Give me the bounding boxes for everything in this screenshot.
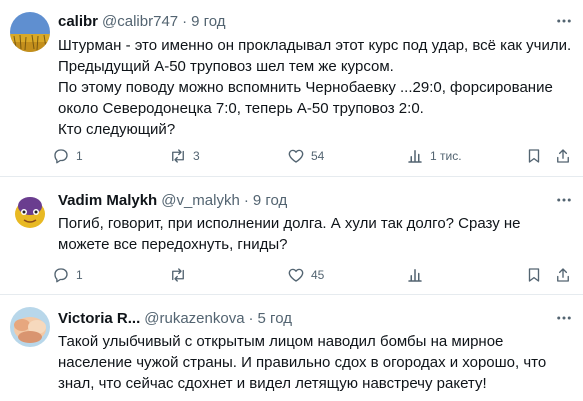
separator-dot: · (182, 12, 188, 30)
reply-icon (52, 266, 70, 284)
post-text-line: Такой улыбчивый с открытым лицом наводил… (58, 333, 504, 350)
like-icon (287, 147, 305, 165)
like-count: 45 (311, 268, 325, 282)
like-icon (287, 266, 305, 284)
repost-button[interactable] (169, 264, 193, 286)
reply-count: 1 (76, 268, 83, 282)
separator-dot: · (243, 191, 249, 209)
avatar[interactable] (10, 307, 50, 347)
post-text: Погиб, говорит, при исполнении долга. А … (58, 213, 578, 255)
repost-icon (169, 147, 187, 165)
post-time[interactable]: 9 год (191, 13, 225, 30)
repost-count: 3 (193, 149, 200, 163)
bookmark-icon[interactable] (525, 264, 543, 286)
reply-icon (52, 147, 70, 165)
views-button[interactable]: 1 тис. (406, 145, 462, 167)
post-text-line: Кто следующий? (58, 121, 176, 138)
share-icon[interactable] (554, 264, 572, 286)
post[interactable]: Vadim Malykh @v_malykh · 9 год Погиб, го… (0, 176, 583, 294)
post-time[interactable]: 9 год (253, 192, 287, 209)
separator-dot: · (248, 309, 254, 327)
bookmark-icon[interactable] (525, 145, 543, 167)
more-icon[interactable] (551, 308, 577, 328)
like-count: 54 (311, 149, 325, 163)
reply-count: 1 (76, 149, 83, 163)
views-count: 1 тис. (430, 149, 462, 163)
post-text-line: около Северодонецка 7:0, теперь А-50 тру… (58, 100, 424, 117)
post-header: Victoria R... @rukazenkova · 5 год (58, 308, 292, 328)
post-text-line: Штурман - это именно он прокладывал этот… (58, 37, 572, 54)
post-text-line: Предыдущий А-50 труповоз шел тем же курс… (58, 58, 394, 75)
reply-button[interactable]: 1 (52, 145, 83, 167)
post-text-line: можете все передохнуть, гниды? (58, 236, 288, 253)
like-button[interactable]: 54 (287, 145, 324, 167)
post[interactable]: Victoria R... @rukazenkova · 5 год Такой… (0, 294, 583, 401)
views-button[interactable] (406, 264, 430, 286)
post-header: calibr @calibr747 · 9 год (58, 11, 226, 31)
author-handle[interactable]: @calibr747 (102, 13, 178, 30)
reply-button[interactable]: 1 (52, 264, 83, 286)
share-icon[interactable] (554, 145, 572, 167)
post-text-line: знал, что сейчас сдохнет и видел летящую… (58, 375, 487, 392)
author-name[interactable]: Victoria R... (58, 310, 140, 327)
post-text-line: Погиб, говорит, при исполнении долга. А … (58, 215, 521, 232)
post-text-line: население чужой страны. И правильно сдох… (58, 354, 547, 371)
action-bar: 1 45 (52, 264, 582, 286)
action-bar: 1 3 54 1 тис. (52, 145, 582, 167)
post-text-line: По этому поводу можно вспомнить Чернобае… (58, 79, 553, 96)
author-name[interactable]: calibr (58, 13, 98, 30)
avatar[interactable] (10, 190, 50, 230)
repost-button[interactable]: 3 (169, 145, 200, 167)
post-text: Такой улыбчивый с открытым лицом наводил… (58, 331, 578, 394)
like-button[interactable]: 45 (287, 264, 324, 286)
author-name[interactable]: Vadim Malykh (58, 192, 157, 209)
views-icon (406, 147, 424, 165)
post-header: Vadim Malykh @v_malykh · 9 год (58, 190, 287, 210)
avatar[interactable] (10, 12, 50, 52)
more-icon[interactable] (551, 190, 577, 210)
repost-icon (169, 266, 187, 284)
post-text: Штурман - это именно он прокладывал этот… (58, 35, 578, 140)
author-handle[interactable]: @v_malykh (161, 192, 240, 209)
author-handle[interactable]: @rukazenkova (144, 310, 244, 327)
views-icon (406, 266, 424, 284)
more-icon[interactable] (551, 11, 577, 31)
post[interactable]: calibr @calibr747 · 9 год Штурман - это … (0, 0, 583, 176)
post-time[interactable]: 5 год (258, 310, 292, 327)
